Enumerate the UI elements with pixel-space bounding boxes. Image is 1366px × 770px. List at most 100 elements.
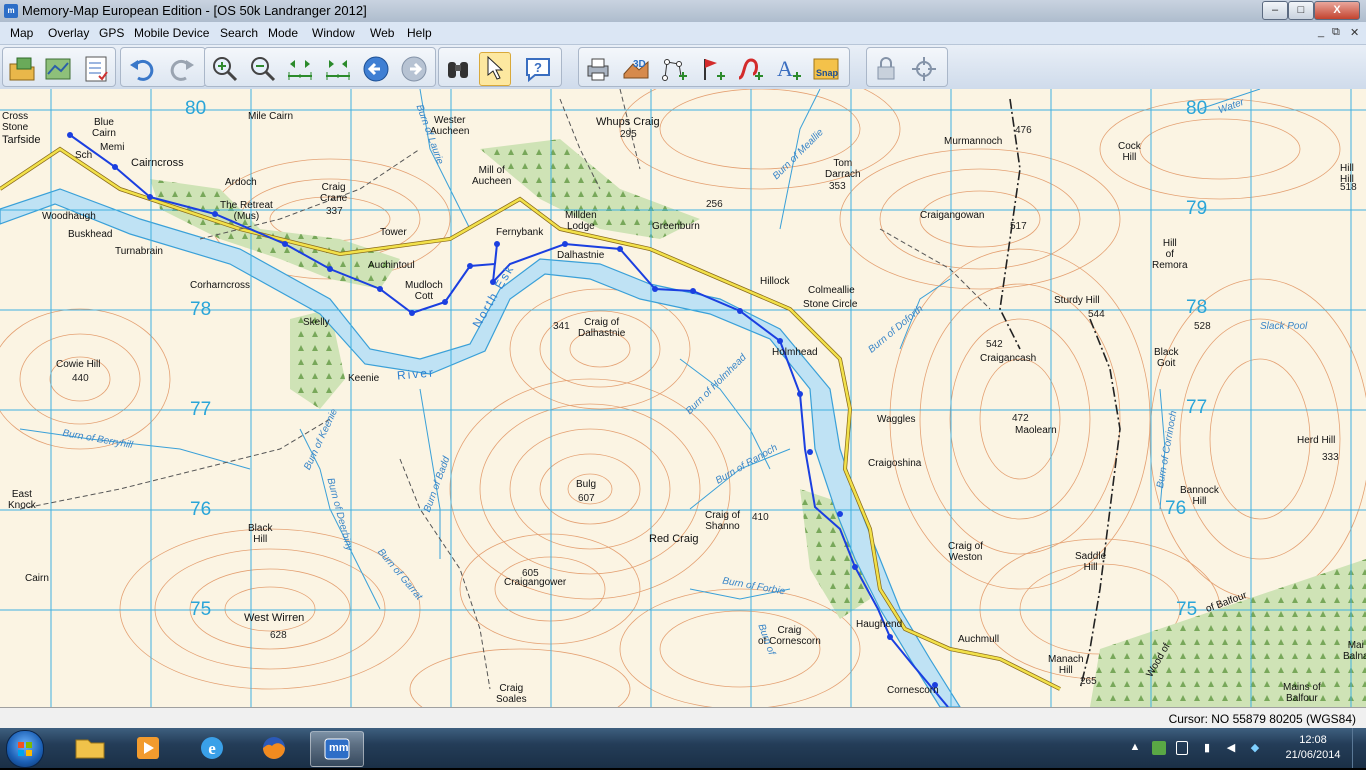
windows-logo-icon [18,742,32,756]
taskbar-internet-explorer[interactable]: e [186,731,238,765]
route-icon [662,59,687,81]
clock[interactable]: 12:08 21/06/2014 [1284,733,1342,763]
redo-button[interactable] [167,54,197,84]
place-herd-hill: Herd Hill [1297,435,1336,446]
grid-label-80-left: 80 [185,98,207,119]
scale-down-button[interactable] [285,54,315,84]
place-waggles: Waggles [877,414,916,425]
volume-icon[interactable]: ◀ [1224,741,1238,755]
menu-mobile-device[interactable]: Mobile Device [134,26,209,40]
place-blue-cairn: Blue Cairn [92,117,116,139]
grid-label-76-left: 76 [190,499,212,520]
checklist-icon [85,56,108,82]
place-craig-crane: Craig Crane [320,182,348,204]
place-tarfside: Tarfside [2,134,41,146]
place-craig-of-dalhastnie: Craig of Dalhastnie [578,317,626,339]
snap-button[interactable]: Snap [811,54,841,84]
map-overview-button[interactable] [43,54,73,84]
place-auchmull: Auchmull [958,634,1000,645]
properties-button[interactable] [81,54,111,84]
taskbar-memory-map[interactable]: mm [310,731,364,767]
map-view[interactable]: 80 78 77 76 75 80 79 78 77 76 75 Tarfsid… [0,89,1366,707]
gps-position-button[interactable] [909,54,939,84]
new-mark-button[interactable] [697,54,727,84]
mdi-minimize-button[interactable]: _ [1318,26,1324,38]
maximize-button[interactable]: □ [1288,1,1314,20]
print-button[interactable] [583,54,613,84]
spot-height-518: 518 [1340,182,1357,193]
new-track-button[interactable] [735,54,765,84]
forward-button[interactable] [399,54,429,84]
scale-up-button[interactable] [323,54,353,84]
place-murmannoch: Murmannoch [944,136,1003,147]
svg-text:3D: 3D [633,59,646,70]
place-cross-stone: Cross Stone [2,111,29,133]
zoom-in-button[interactable] [209,54,239,84]
place-bannock-hill: Bannock Hill [1180,485,1219,507]
place-maolearn: Maolearn [1015,425,1057,436]
undo-button[interactable] [127,54,157,84]
new-text-button[interactable]: A [773,54,803,84]
menu-map[interactable]: Map [10,26,33,40]
taskbar-explorer[interactable] [64,731,116,765]
place-black-goit: Black Goit [1154,347,1179,369]
help-button[interactable]: ? [523,54,553,84]
menu-web[interactable]: Web [370,26,394,40]
place-tom-darrach: Tom Darrach [825,158,861,180]
ie-icon: e [201,737,223,759]
place-hillock: Hillock [760,276,790,287]
spot-height-628: 628 [270,630,287,641]
place-craigangowan: Craigangowan [920,210,985,221]
spot-height-295: 295 [620,129,637,140]
tray-device-icon[interactable] [1176,741,1188,755]
taskbar-media-player[interactable] [122,731,174,765]
svg-text:A: A [777,56,793,81]
open-map-button[interactable] [7,54,37,84]
mdi-close-button[interactable]: ✕ [1350,26,1359,39]
zoom-out-button[interactable] [247,54,277,84]
menu-help[interactable]: Help [407,26,432,40]
back-button[interactable] [361,54,391,84]
3d-view-button[interactable]: 3D [621,54,651,84]
dropbox-icon[interactable]: ◆ [1248,741,1262,755]
find-button[interactable] [443,54,473,84]
place-the-retreat: The Retreat (Mus) [220,200,273,222]
toolbar-group-overlay: 3D A Snap [578,47,850,87]
menu-mode[interactable]: Mode [268,26,298,40]
minimize-button[interactable]: – [1262,1,1288,20]
network-icon[interactable]: ▮ [1200,741,1214,755]
clock-date: 21/06/2014 [1285,749,1341,761]
mdi-restore-button[interactable]: ⧉ [1332,26,1340,39]
undo-icon [130,59,154,81]
cursor-coordinates: Cursor: NO 55879 80205 (WGS84) [1168,712,1356,726]
taskbar-firefox[interactable] [248,731,300,765]
tray-app-icon[interactable] [1152,741,1166,755]
spot-height-256: 256 [706,199,723,210]
toolbar: ? 3D A Snap [0,45,1366,90]
place-cowie-hill: Cowie Hill [56,359,101,370]
menu-gps[interactable]: GPS [99,26,124,40]
scale-up-icon [326,60,350,80]
place-memi: Memi [100,142,125,153]
lock-button[interactable] [871,54,901,84]
spot-height-333: 333 [1322,452,1339,463]
zoom-out-icon [251,57,276,82]
arrow-right-icon [401,56,427,82]
show-hidden-icons-icon[interactable]: ▲ [1128,741,1142,755]
menu-window[interactable]: Window [312,26,355,40]
place-sch: Sch [75,150,93,161]
start-button[interactable] [6,730,44,768]
grid-label-78-right: 78 [1186,297,1208,318]
place-woodhaugh: Woodhaugh [42,211,96,222]
toolbar-group-file [2,47,116,87]
select-mode-button[interactable] [479,52,511,86]
menu-search[interactable]: Search [220,26,258,40]
show-desktop-button[interactable] [1352,728,1366,768]
menu-overlay[interactable]: Overlay [48,26,89,40]
new-route-button[interactable] [659,54,689,84]
spot-height-605: 605 [522,568,539,579]
close-button[interactable]: X [1314,1,1360,20]
grid-label-75-right: 75 [1176,599,1198,620]
label-slack-pool: Slack Pool [1260,321,1308,332]
toolbar-group-zoom [204,47,436,87]
